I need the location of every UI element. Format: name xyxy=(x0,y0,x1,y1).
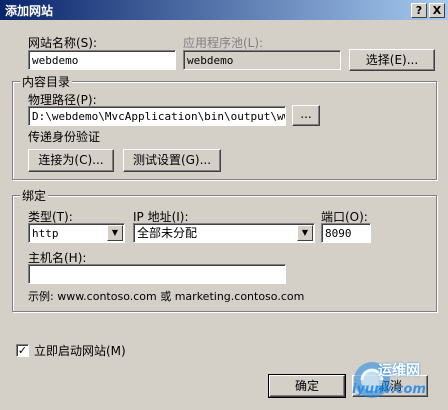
dialog-title: 添加网站 xyxy=(5,4,54,18)
close-button[interactable]: X xyxy=(429,3,445,18)
binding-type-value: http xyxy=(32,227,59,240)
connect-as-button[interactable]: 连接为(C)... xyxy=(28,149,114,172)
type-dropdown-icon[interactable]: ▼ xyxy=(107,225,123,241)
port-input[interactable]: 8090 xyxy=(321,223,371,243)
content-directory-title: 内容目录 xyxy=(20,73,73,90)
ip-address-value: 全部未分配 xyxy=(137,226,198,240)
select-app-pool-button[interactable]: 选择(E)... xyxy=(349,49,435,71)
ip-address-select[interactable]: 全部未分配 xyxy=(133,223,315,243)
host-name-input[interactable] xyxy=(28,264,286,284)
ok-button[interactable]: 确定 xyxy=(268,374,346,398)
test-settings-button[interactable]: 测试设置(G)... xyxy=(123,149,221,172)
binding-title: 绑定 xyxy=(20,187,49,204)
start-site-label[interactable]: 立即启动网站(M) xyxy=(34,342,126,359)
start-site-checkbox[interactable]: ✓ xyxy=(16,344,29,357)
watermark-text: 运维网 xyxy=(378,363,420,379)
host-example-text: 示例: www.contoso.com 或 marketing.contoso.… xyxy=(28,290,305,303)
physical-path-input[interactable]: D:\webdemo\MvcApplication\bin\output\www… xyxy=(28,106,286,126)
app-pool-label: 应用程序池(L): xyxy=(183,36,264,50)
watermark-url: iyunv.com xyxy=(352,382,426,397)
help-button[interactable]: ? xyxy=(411,3,427,18)
passthrough-auth-label: 传递身份验证 xyxy=(28,130,101,144)
site-name-label: 网站名称(S): xyxy=(28,36,98,50)
ip-dropdown-icon[interactable]: ▼ xyxy=(297,225,313,241)
app-pool-field: webdemo xyxy=(183,50,341,70)
site-name-input[interactable]: webdemo xyxy=(28,50,176,70)
browse-path-button[interactable]: ... xyxy=(292,105,320,126)
title-bar xyxy=(0,0,448,20)
